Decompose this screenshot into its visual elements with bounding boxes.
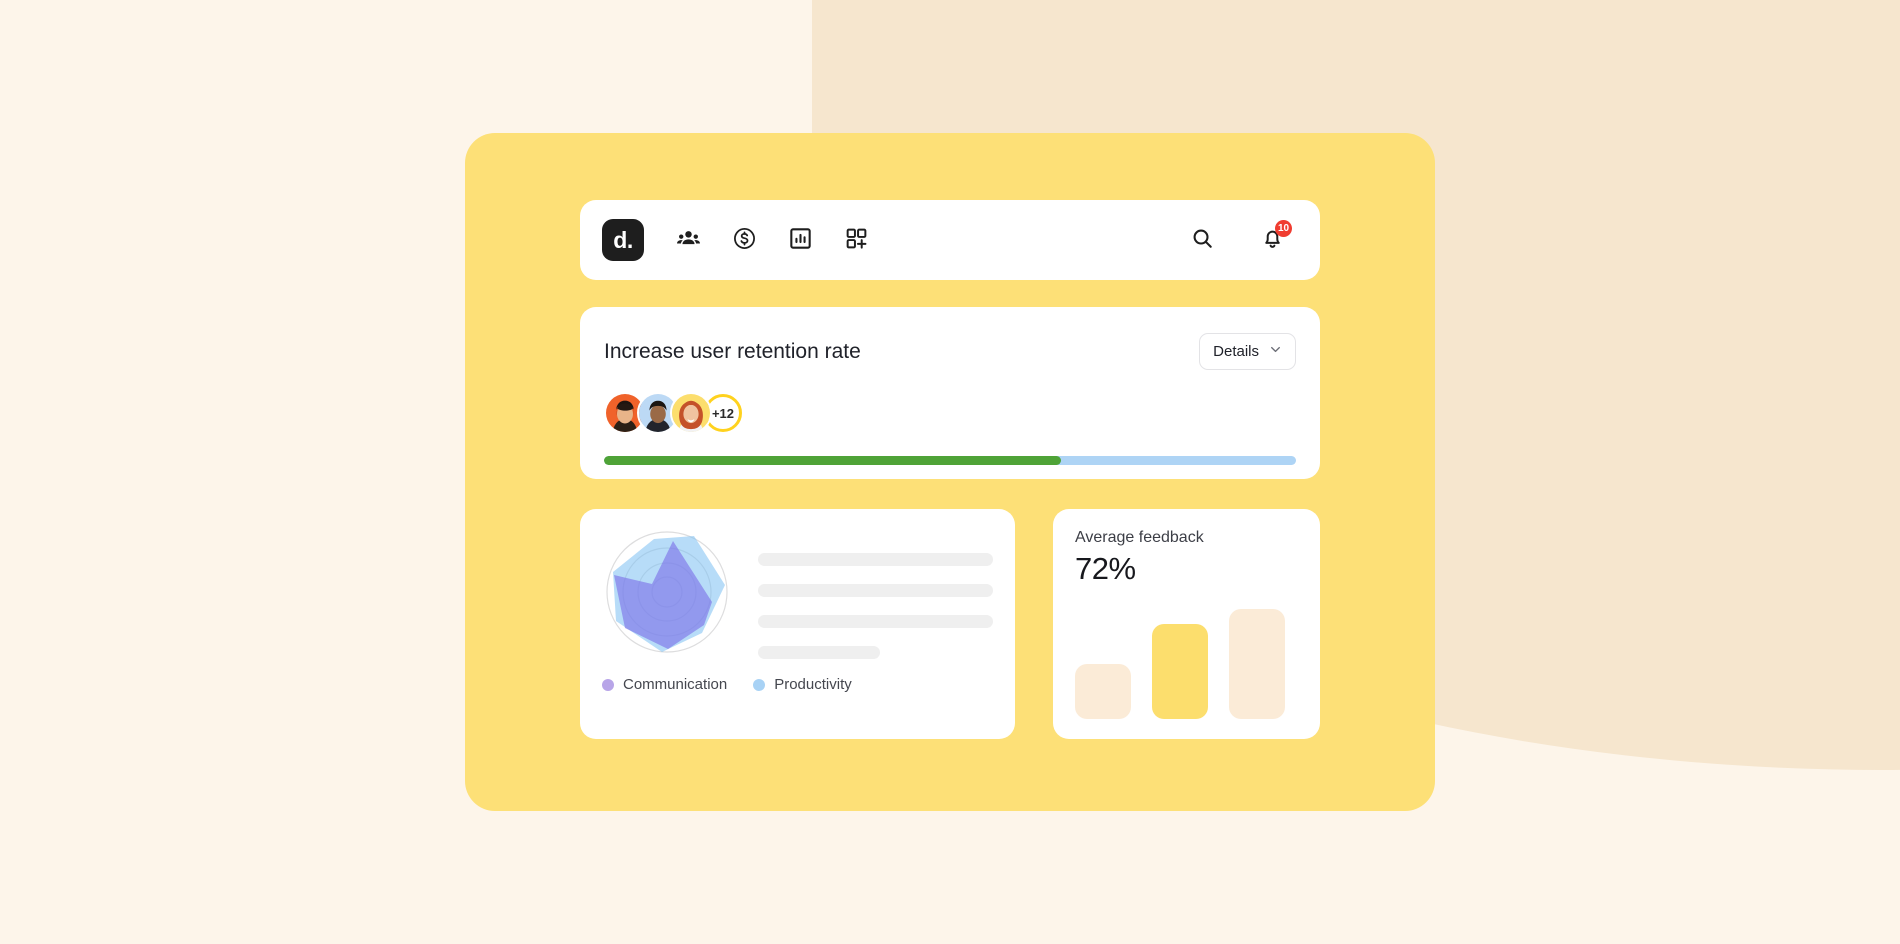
- details-button[interactable]: Details: [1199, 333, 1296, 370]
- feedback-bar: [1152, 624, 1208, 719]
- nav-item-finance[interactable]: [722, 218, 766, 262]
- skeleton-line: [758, 553, 993, 566]
- legend-label: Productivity: [774, 676, 852, 693]
- skeleton-line: [758, 646, 881, 659]
- dollar-circle-icon: [732, 226, 757, 254]
- radar-card-body: [602, 527, 993, 662]
- legend-color-dot: [753, 678, 766, 691]
- bar-chart-icon: [788, 226, 813, 254]
- search-button[interactable]: [1180, 218, 1224, 262]
- feedback-card-value: 72%: [1075, 551, 1136, 586]
- nav-left-group: d.: [602, 218, 878, 262]
- legend-item-communication[interactable]: Communication: [602, 676, 727, 693]
- task-card: Increase user retention rate Details +12: [580, 307, 1320, 479]
- app-screenshot: d. 10 Increase user retention rate Detai…: [0, 0, 1900, 944]
- feedback-bar: [1075, 664, 1131, 719]
- people-group-icon: [676, 226, 701, 254]
- radar-legend: Communication Productivity: [602, 676, 993, 693]
- task-progress-bar: [604, 456, 1296, 465]
- top-navigation-bar: d. 10: [580, 200, 1320, 280]
- feedback-bar-chart: [1075, 609, 1298, 719]
- assignee-avatar-group: +12: [604, 392, 1296, 434]
- app-logo[interactable]: d.: [602, 219, 644, 261]
- legend-color-dot: [602, 678, 614, 691]
- notification-count-badge: 10: [1275, 220, 1292, 237]
- skills-radar-card: Communication Productivity: [580, 509, 1015, 739]
- feedback-card-label: Average feedback: [1075, 529, 1204, 546]
- nav-item-add-app[interactable]: [834, 218, 878, 262]
- legend-item-productivity[interactable]: Productivity: [753, 676, 852, 693]
- avatar-overflow-label: +12: [711, 405, 735, 421]
- placeholder-text-lines: [758, 527, 993, 659]
- nav-right-group: 10: [1180, 218, 1298, 262]
- average-feedback-card: Average feedback 72%: [1053, 509, 1320, 739]
- grid-plus-icon: [844, 226, 869, 254]
- avatar[interactable]: [670, 392, 712, 434]
- skeleton-line: [758, 615, 993, 628]
- details-button-label: Details: [1213, 343, 1259, 360]
- task-title: Increase user retention rate: [604, 340, 861, 363]
- nav-item-reports[interactable]: [778, 218, 822, 262]
- feedback-bar: [1229, 609, 1285, 719]
- skeleton-line: [758, 584, 993, 597]
- search-icon: [1190, 226, 1215, 254]
- notifications-button[interactable]: 10: [1250, 218, 1294, 262]
- app-logo-text: d.: [613, 226, 633, 253]
- radar-chart: [602, 527, 732, 662]
- chevron-down-icon: [1269, 343, 1282, 360]
- task-progress-fill: [604, 456, 1061, 465]
- nav-item-team[interactable]: [666, 218, 710, 262]
- task-card-header: Increase user retention rate Details: [604, 333, 1296, 370]
- legend-label: Communication: [623, 676, 728, 693]
